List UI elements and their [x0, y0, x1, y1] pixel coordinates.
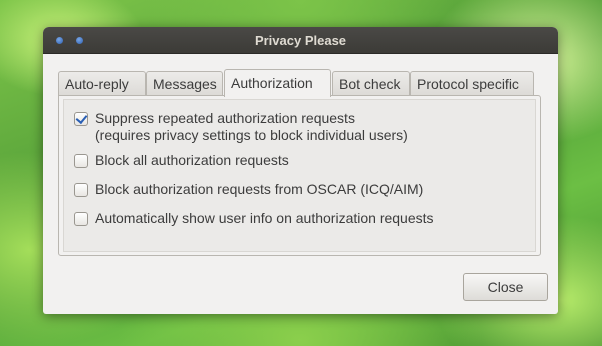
option-sublabel: (requires privacy settings to block indi…	[95, 127, 408, 143]
option-label: Automatically show user info on authoriz…	[95, 210, 434, 226]
tab-bot-check[interactable]: Bot check	[332, 71, 410, 96]
privacy-please-dialog: Privacy Please Auto-reply Messages Autho…	[43, 27, 558, 314]
close-button[interactable]: Close	[463, 273, 548, 301]
checkbox-block-all[interactable]	[74, 154, 88, 168]
titlebar[interactable]: Privacy Please	[43, 27, 558, 54]
tab-bar: Auto-reply Messages Authorization Bot ch…	[58, 69, 543, 97]
window-title: Privacy Please	[254, 33, 347, 48]
option-label: Block all authorization requests	[95, 152, 289, 168]
tab-authorization[interactable]: Authorization	[224, 69, 331, 97]
options-frame: Suppress repeated authorization requests…	[63, 99, 536, 252]
checkbox-suppress-repeated[interactable]	[74, 112, 88, 126]
tab-messages[interactable]: Messages	[146, 71, 223, 96]
checkbox-show-user-info[interactable]	[74, 212, 88, 226]
option-label: Suppress repeated authorization requests	[95, 110, 355, 126]
tab-protocol-specific[interactable]: Protocol specific	[410, 71, 534, 96]
authorization-panel: Suppress repeated authorization requests…	[58, 95, 541, 256]
checkbox-block-oscar[interactable]	[74, 183, 88, 197]
tab-auto-reply[interactable]: Auto-reply	[58, 71, 146, 96]
option-label: Block authorization requests from OSCAR …	[95, 181, 424, 197]
